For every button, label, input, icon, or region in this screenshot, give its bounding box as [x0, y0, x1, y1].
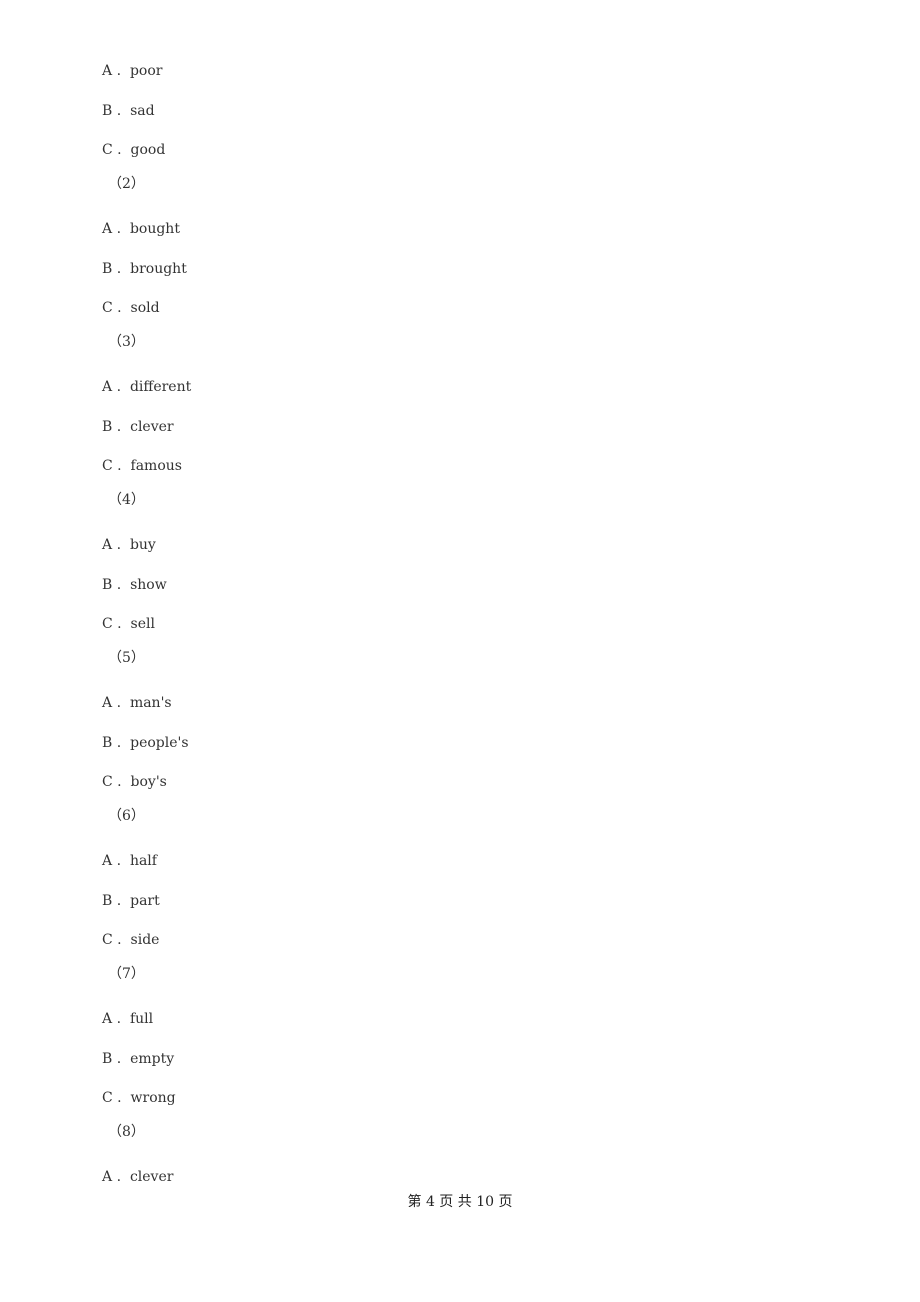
- option-letter: A: [102, 1011, 113, 1027]
- option-text: boy's: [130, 774, 167, 790]
- option-separator: .: [112, 1169, 130, 1185]
- option-separator: .: [112, 458, 131, 474]
- option-text: part: [130, 892, 160, 909]
- option-c: C . side: [102, 931, 159, 949]
- option-text: show: [130, 576, 167, 593]
- option-b: B . sad: [102, 102, 155, 120]
- option-a: A . poor: [102, 62, 162, 80]
- option-letter: B: [102, 102, 113, 119]
- option-separator: .: [112, 576, 131, 593]
- question-number: （4）: [108, 492, 145, 508]
- option-letter: B: [102, 734, 113, 751]
- option-text: people's: [130, 734, 189, 751]
- option-separator: .: [112, 537, 130, 553]
- option-text: bought: [129, 221, 180, 237]
- option-b: B . brought: [102, 260, 187, 278]
- option-text: sold: [130, 300, 160, 316]
- option-separator: .: [112, 892, 131, 909]
- option-separator: .: [112, 616, 131, 632]
- option-separator: .: [112, 774, 131, 790]
- option-separator: .: [112, 379, 130, 395]
- option-letter: A: [102, 853, 113, 869]
- option-b: B . part: [102, 892, 160, 910]
- option-letter: B: [102, 260, 113, 277]
- option-letter: B: [102, 418, 113, 435]
- option-letter: C: [102, 1090, 113, 1106]
- option-text: wrong: [130, 1090, 176, 1106]
- option-letter: C: [102, 300, 113, 316]
- option-letter: A: [102, 379, 113, 395]
- option-text: empty: [130, 1050, 175, 1067]
- option-a: A . bought: [102, 220, 180, 238]
- option-text: different: [129, 379, 192, 395]
- option-a: A . buy: [102, 536, 156, 554]
- option-text: famous: [130, 458, 182, 474]
- question-number: （5）: [108, 650, 145, 666]
- option-text: good: [130, 142, 166, 158]
- question-number: （3）: [108, 334, 145, 350]
- option-letter: C: [102, 932, 113, 948]
- option-letter: A: [102, 1169, 113, 1185]
- option-c: C . sold: [102, 299, 160, 317]
- option-text: side: [130, 932, 160, 948]
- option-b: B . empty: [102, 1050, 174, 1068]
- option-separator: .: [112, 260, 131, 277]
- option-a: A . clever: [102, 1168, 173, 1186]
- option-letter: A: [102, 537, 113, 553]
- option-text: sad: [130, 102, 155, 119]
- option-letter: A: [102, 63, 113, 79]
- option-separator: .: [112, 695, 130, 711]
- option-text: poor: [129, 63, 163, 79]
- option-text: clever: [129, 1169, 174, 1185]
- option-separator: .: [112, 734, 131, 751]
- option-text: sell: [130, 616, 155, 632]
- option-c: C . sell: [102, 615, 155, 633]
- option-c: C . good: [102, 141, 165, 159]
- option-letter: C: [102, 458, 113, 474]
- option-text: man's: [129, 695, 172, 711]
- option-letter: B: [102, 1050, 113, 1067]
- option-separator: .: [112, 932, 131, 948]
- option-text: buy: [129, 537, 156, 553]
- option-a: A . full: [102, 1010, 153, 1028]
- option-b: B . clever: [102, 418, 174, 436]
- question-number: （8）: [108, 1124, 145, 1140]
- option-text: half: [129, 853, 157, 869]
- option-letter: C: [102, 774, 113, 790]
- option-text: full: [129, 1011, 154, 1027]
- option-a: A . man's: [102, 694, 172, 712]
- option-a: A . half: [102, 852, 157, 870]
- option-text: brought: [130, 260, 187, 277]
- option-letter: C: [102, 616, 113, 632]
- option-b: B . people's: [102, 734, 189, 752]
- question-number: （6）: [108, 808, 145, 824]
- option-letter: A: [102, 695, 113, 711]
- option-separator: .: [112, 1090, 131, 1106]
- option-separator: .: [112, 102, 131, 119]
- option-c: C . wrong: [102, 1089, 176, 1107]
- option-separator: .: [112, 853, 130, 869]
- option-separator: .: [112, 418, 131, 435]
- option-letter: A: [102, 221, 113, 237]
- option-separator: .: [112, 1050, 131, 1067]
- question-number: （7）: [108, 966, 145, 982]
- option-separator: .: [112, 63, 130, 79]
- option-a: A . different: [102, 378, 191, 396]
- option-letter: B: [102, 576, 113, 593]
- option-text: clever: [130, 418, 174, 435]
- option-letter: C: [102, 142, 113, 158]
- question-number: （2）: [108, 176, 145, 192]
- option-separator: .: [112, 221, 130, 237]
- option-separator: .: [112, 142, 131, 158]
- option-separator: .: [112, 300, 131, 316]
- page-footer: 第 4 页 共 10 页: [407, 1194, 513, 1210]
- option-separator: .: [112, 1011, 130, 1027]
- option-b: B . show: [102, 576, 167, 594]
- option-letter: B: [102, 892, 113, 909]
- option-c: C . famous: [102, 457, 182, 475]
- option-c: C . boy's: [102, 773, 167, 791]
